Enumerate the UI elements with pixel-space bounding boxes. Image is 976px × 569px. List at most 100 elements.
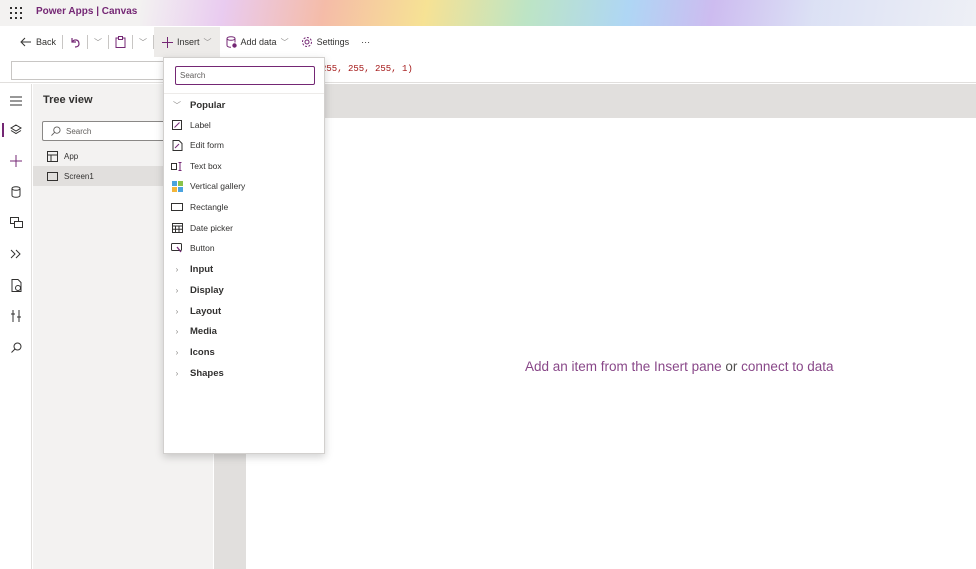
group-label: Layout bbox=[190, 305, 222, 317]
insert-button[interactable]: Insert ﹀ bbox=[154, 27, 220, 57]
group-label: Shapes bbox=[190, 367, 224, 379]
paste-menu-button[interactable]: ﹀ bbox=[133, 27, 153, 57]
insert-label: Insert bbox=[177, 37, 200, 47]
more-icon: ··· bbox=[361, 37, 371, 47]
add-data-label: Add data bbox=[240, 37, 277, 47]
rectangle-icon bbox=[171, 203, 183, 211]
insert-item-text-box[interactable]: Text box bbox=[164, 156, 324, 176]
layers-icon[interactable] bbox=[8, 122, 24, 138]
app-title: Power Apps | Canvas bbox=[36, 6, 138, 17]
insert-menu: Search ﹀ Popular Label Edit form Text bo… bbox=[163, 57, 325, 454]
group-icons[interactable]: › Icons bbox=[164, 342, 324, 362]
chevron-down-icon: ﹀ bbox=[173, 100, 181, 110]
chevron-down-icon: ﹀ bbox=[139, 37, 148, 47]
group-layout[interactable]: › Layout bbox=[164, 301, 324, 321]
screen-icon bbox=[47, 171, 58, 181]
tree-item-label: Screen1 bbox=[64, 171, 94, 181]
power-automate-icon[interactable] bbox=[8, 246, 24, 262]
plus-icon bbox=[162, 36, 174, 48]
menu-icon[interactable] bbox=[8, 93, 24, 109]
insert-search-placeholder: Search bbox=[180, 71, 206, 80]
chevron-down-icon: ﹀ bbox=[94, 37, 103, 47]
chevron-right-icon: › bbox=[175, 326, 179, 336]
title-bar: Power Apps | Canvas bbox=[0, 0, 976, 26]
insert-pane-link[interactable]: Add an item from the Insert pane bbox=[525, 359, 722, 374]
group-label: Display bbox=[190, 284, 224, 296]
group-display[interactable]: › Display bbox=[164, 280, 324, 300]
edit-form-icon bbox=[172, 139, 182, 151]
advanced-tools-icon[interactable] bbox=[8, 308, 24, 324]
gallery-icon bbox=[171, 180, 183, 192]
insert-item-text: Label bbox=[190, 120, 211, 130]
title-bar-banner bbox=[140, 0, 976, 26]
tree-item-label: App bbox=[64, 151, 79, 161]
active-indicator bbox=[2, 123, 4, 137]
insert-item-text: Date picker bbox=[190, 223, 233, 233]
property-dropdown[interactable] bbox=[11, 61, 171, 80]
insert-item-rectangle[interactable]: Rectangle bbox=[164, 197, 324, 217]
group-label: Input bbox=[190, 263, 214, 275]
media-icon[interactable] bbox=[8, 215, 24, 231]
date-picker-icon bbox=[171, 223, 183, 233]
undo-button[interactable] bbox=[63, 27, 87, 57]
left-rail bbox=[0, 84, 32, 569]
insert-item-edit-form[interactable]: Edit form bbox=[164, 135, 324, 155]
formula-bar: 255, 255, 255, 1) bbox=[0, 59, 976, 83]
back-label: Back bbox=[36, 37, 57, 47]
more-button[interactable]: ··· bbox=[355, 27, 376, 57]
chevron-down-icon: ﹀ bbox=[203, 37, 212, 47]
command-bar: Back ﹀ ﹀ Insert ﹀ Add data ﹀ Settings ··… bbox=[0, 27, 976, 57]
data-icon[interactable] bbox=[8, 184, 24, 200]
insert-item-text: Text box bbox=[190, 161, 222, 171]
label-icon bbox=[172, 120, 182, 130]
clipboard-icon bbox=[115, 36, 126, 48]
canvas-hint: Add an item from the Insert pane or conn… bbox=[525, 359, 833, 374]
undo-icon bbox=[71, 38, 80, 48]
back-arrow-icon bbox=[20, 37, 31, 47]
database-add-icon bbox=[226, 36, 237, 48]
group-label: Media bbox=[190, 325, 217, 337]
group-media[interactable]: › Media bbox=[164, 321, 324, 341]
search-icon[interactable] bbox=[8, 339, 24, 355]
plus-icon[interactable] bbox=[8, 153, 24, 169]
group-label: Popular bbox=[190, 99, 226, 111]
group-input[interactable]: › Input bbox=[164, 259, 324, 279]
back-button[interactable]: Back bbox=[0, 27, 62, 57]
variables-icon[interactable] bbox=[8, 277, 24, 293]
insert-search-input[interactable]: Search bbox=[175, 66, 315, 85]
chevron-right-icon: › bbox=[175, 285, 179, 295]
gear-icon bbox=[301, 37, 312, 47]
canvas-header bbox=[214, 84, 976, 118]
insert-item-vertical-gallery[interactable]: Vertical gallery bbox=[164, 176, 324, 196]
chevron-down-icon: ﹀ bbox=[280, 37, 289, 47]
search-icon bbox=[51, 126, 61, 136]
group-popular[interactable]: ﹀ Popular bbox=[164, 95, 324, 115]
app-icon bbox=[47, 150, 58, 162]
formula-input[interactable]: 255, 255, 255, 1) bbox=[321, 64, 413, 74]
group-shapes[interactable]: › Shapes bbox=[164, 363, 324, 383]
chevron-right-icon: › bbox=[175, 264, 179, 274]
button-icon bbox=[171, 243, 182, 253]
insert-item-label[interactable]: Label bbox=[164, 115, 324, 135]
undo-menu-button[interactable]: ﹀ bbox=[88, 27, 108, 57]
insert-item-text: Edit form bbox=[190, 140, 225, 150]
connect-data-link[interactable]: connect to data bbox=[741, 359, 833, 374]
chevron-right-icon: › bbox=[175, 368, 179, 378]
menu-divider bbox=[164, 93, 324, 94]
paste-button[interactable] bbox=[109, 27, 132, 57]
insert-item-text: Vertical gallery bbox=[190, 181, 246, 191]
hint-or: or bbox=[725, 359, 738, 374]
settings-button[interactable]: Settings bbox=[295, 27, 356, 57]
insert-item-text: Button bbox=[190, 243, 215, 253]
screen-canvas[interactable] bbox=[246, 118, 976, 569]
app-launcher-icon[interactable] bbox=[10, 7, 22, 19]
tree-search-placeholder: Search bbox=[66, 126, 92, 136]
add-data-button[interactable]: Add data ﹀ bbox=[220, 27, 295, 57]
insert-item-button[interactable]: Button bbox=[164, 238, 324, 258]
settings-label: Settings bbox=[316, 37, 350, 47]
insert-item-text: Rectangle bbox=[190, 202, 229, 212]
chevron-right-icon: › bbox=[175, 306, 179, 316]
tree-view-title: Tree view bbox=[43, 94, 93, 106]
group-label: Icons bbox=[190, 346, 215, 358]
insert-item-date-picker[interactable]: Date picker bbox=[164, 218, 324, 238]
